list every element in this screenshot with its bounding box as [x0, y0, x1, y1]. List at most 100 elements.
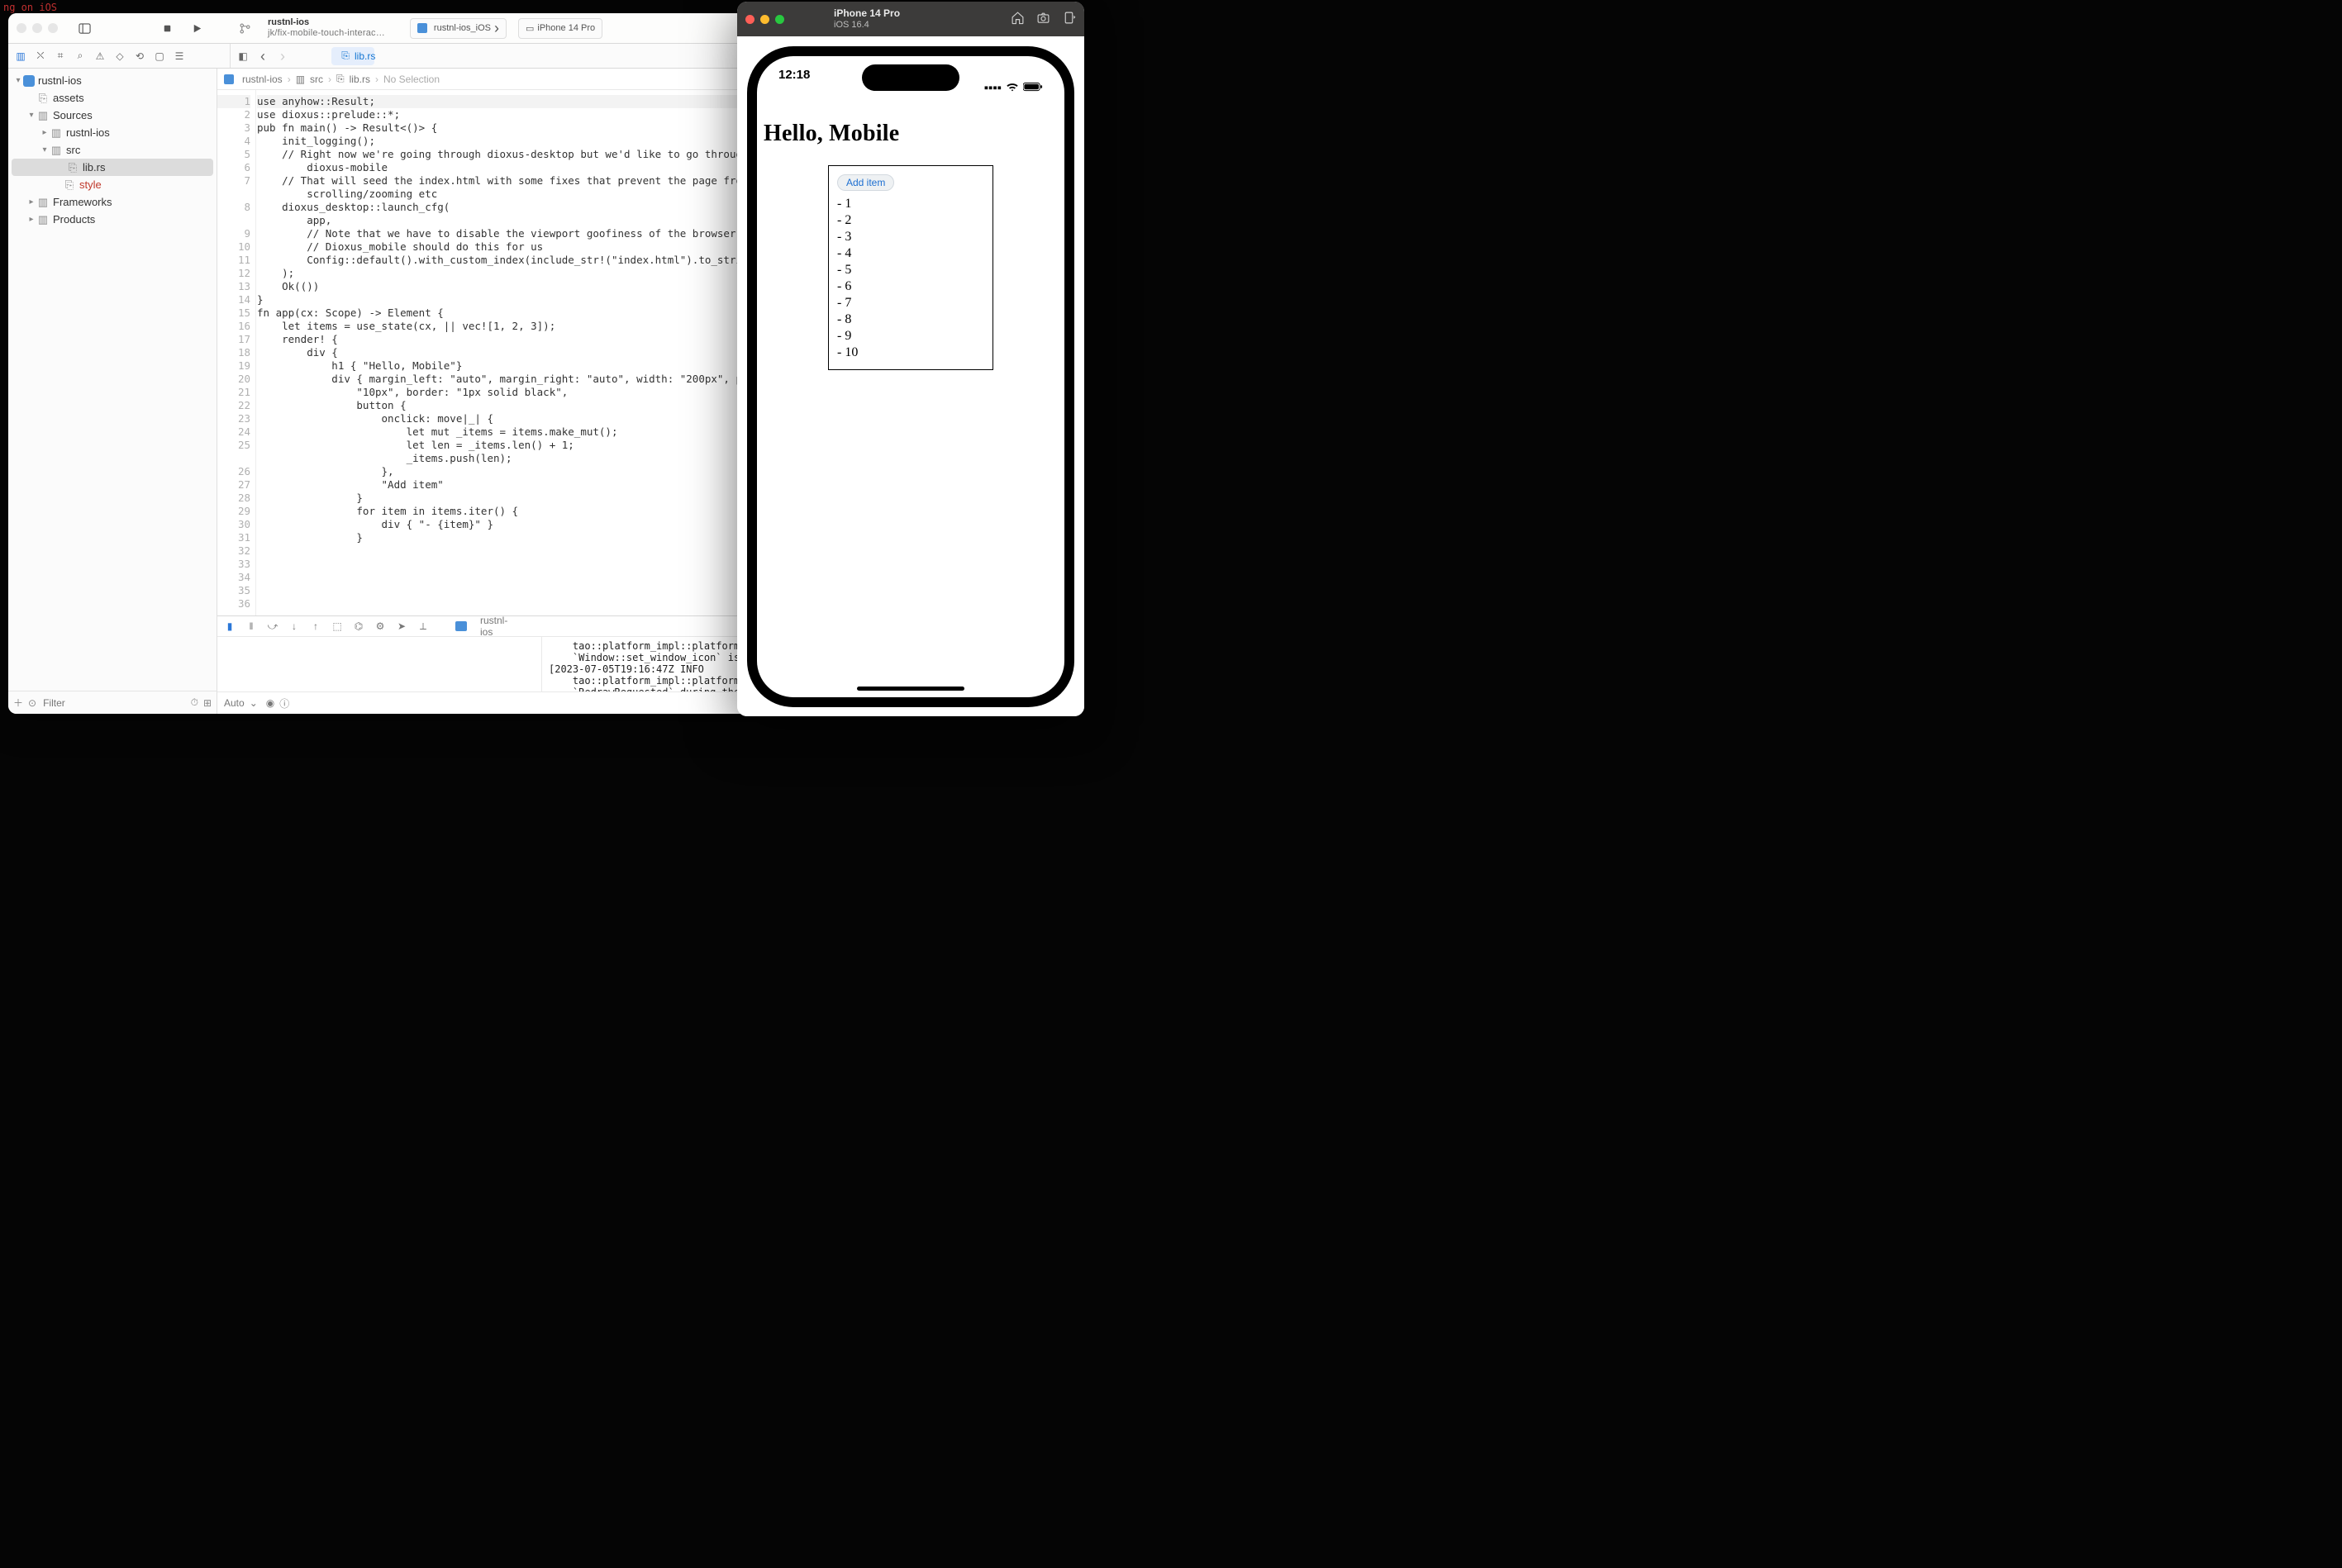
file-icon: ⎘ [336, 73, 345, 85]
disclosure-icon[interactable]: ▾ [40, 145, 50, 154]
page-heading: Hello, Mobile [764, 121, 1058, 147]
wifi-icon [1006, 81, 1019, 95]
source-control-navigator-icon[interactable]: ⛌ [35, 50, 46, 62]
file-tree[interactable]: ▾ rustnl-ios ⎘assets▾▥Sources▸▥rustnl-io… [8, 69, 217, 691]
phone-frame: 12:18 ▪▪▪▪ Hello, Mobile Add item - 1- 2… [747, 46, 1074, 707]
crumb-project[interactable]: rustnl-ios [242, 74, 283, 85]
run-button[interactable] [185, 18, 208, 38]
minimize-icon[interactable] [32, 23, 42, 33]
related-items-icon[interactable]: ◧ [237, 50, 249, 62]
thread-icon[interactable]: ⟂ [417, 620, 429, 633]
list-item: - 7 [837, 295, 984, 311]
tree-row-rustnl-ios[interactable]: ▸▥rustnl-ios [8, 124, 217, 141]
list-item: - 5 [837, 262, 984, 278]
add-item-button[interactable]: Add item [837, 174, 894, 191]
tree-row-products[interactable]: ▸▥Products [8, 211, 217, 228]
simulator-titlebar: iPhone 14 Pro iOS 16.4 [737, 2, 1084, 36]
project-navigator: ▾ rustnl-ios ⎘assets▾▥Sources▸▥rustnl-io… [8, 69, 217, 714]
folder-icon: ▥ [50, 126, 63, 140]
breakpoint-navigator-icon[interactable]: ▢ [154, 50, 165, 62]
clock-label: 12:18 [778, 68, 810, 107]
view-debug-icon[interactable]: ⬚ [331, 620, 343, 632]
filter-scope-icon[interactable]: ⊙ [28, 697, 36, 709]
symbol-navigator-icon[interactable]: ⌗ [55, 50, 66, 62]
folder-icon: ▥ [50, 144, 63, 157]
disclosure-icon[interactable]: ▸ [26, 197, 36, 207]
dest-device-label: iPhone 14 Pro [537, 23, 595, 33]
breakpoint-toggle-icon[interactable]: ▮ [224, 620, 236, 632]
pause-icon[interactable]: ‖ [245, 620, 257, 632]
issue-navigator-icon[interactable]: ⚠ [94, 50, 106, 62]
tree-row-style[interactable]: ⎘style [8, 176, 217, 193]
folder-icon: ▥ [36, 109, 50, 122]
list-item: - 6 [837, 278, 984, 295]
navigator-filter-bar: ＋ ⊙ ⏱ ⊞ [8, 691, 217, 714]
file-icon: ⎘ [340, 50, 351, 62]
toggle-navigator-button[interactable] [73, 18, 96, 38]
process-icon [455, 621, 467, 631]
disclosure-icon[interactable]: ▸ [26, 215, 36, 224]
step-over-icon[interactable]: ⤻ [267, 620, 278, 633]
filter-input[interactable] [41, 696, 185, 710]
screenshot-icon[interactable] [1036, 11, 1050, 28]
sim-os-label: iOS 16.4 [834, 20, 900, 31]
tree-row-frameworks[interactable]: ▸▥Frameworks [8, 193, 217, 211]
rotate-icon[interactable] [1062, 11, 1076, 28]
scm-filter-icon[interactable]: ⊞ [203, 697, 212, 709]
memory-graph-icon[interactable]: ⌬ [353, 620, 364, 632]
minimize-icon[interactable] [760, 15, 769, 24]
stop-button[interactable] [155, 18, 179, 38]
location-icon[interactable]: ➤ [396, 620, 407, 632]
recent-files-icon[interactable]: ⏱ [191, 696, 198, 709]
destination-scheme[interactable]: rustnl-ios_iOS› [410, 18, 507, 39]
app-icon [417, 23, 427, 33]
file-icon: ⎘ [36, 92, 50, 105]
editor-tab-active[interactable]: ⎘lib.rs [331, 47, 374, 65]
step-out-icon[interactable]: ↑ [310, 620, 321, 632]
tree-row-sources[interactable]: ▾▥Sources [8, 107, 217, 124]
tree-row-label: Products [53, 213, 95, 226]
sim-device-label: iPhone 14 Pro [834, 8, 900, 20]
tree-row-label: style [79, 178, 102, 191]
zoom-icon[interactable] [48, 23, 58, 33]
find-navigator-icon[interactable]: ⌕ [74, 50, 86, 62]
list-item: - 2 [837, 212, 984, 229]
destination-device[interactable]: ▭iPhone 14 Pro [518, 18, 602, 39]
step-into-icon[interactable]: ↓ [288, 620, 300, 632]
folder-icon: ▥ [36, 196, 50, 209]
add-file-icon[interactable]: ＋ [13, 696, 23, 710]
window-traffic-lights[interactable] [17, 23, 58, 33]
scheme-selector[interactable]: rustnl-ios jk/fix-mobile-touch-interac… [268, 17, 385, 38]
cellular-icon: ▪▪▪▪ [984, 81, 1002, 95]
file-icon: ⎘ [63, 178, 76, 192]
home-indicator[interactable] [857, 687, 964, 691]
crumb-folder[interactable]: src [310, 74, 323, 85]
zoom-icon[interactable] [775, 15, 784, 24]
project-navigator-icon[interactable]: ▥ [15, 50, 26, 62]
variables-scope-picker[interactable]: Auto [224, 697, 245, 709]
test-navigator-icon[interactable]: ◇ [114, 50, 126, 62]
project-root-row[interactable]: ▾ rustnl-ios [8, 72, 217, 89]
disclosure-icon[interactable]: ▸ [40, 128, 50, 137]
tree-row-assets[interactable]: ⎘assets [8, 89, 217, 107]
home-icon[interactable] [1011, 11, 1025, 28]
tree-row-src[interactable]: ▾▥src [8, 141, 217, 159]
variables-view[interactable] [217, 637, 542, 691]
tree-row-label: assets [53, 92, 84, 104]
env-overrides-icon[interactable]: ⚙ [374, 620, 386, 632]
report-navigator-icon[interactable]: ☰ [174, 50, 185, 62]
close-icon[interactable] [745, 15, 754, 24]
info-icon[interactable]: ⓘ [279, 696, 289, 710]
crumb-file[interactable]: lib.rs [350, 74, 370, 85]
disclosure-icon[interactable]: ▾ [26, 111, 36, 120]
quicklook-icon[interactable]: ◉ [266, 697, 274, 709]
dest-scheme-label: rustnl-ios_iOS [434, 23, 491, 33]
debug-navigator-icon[interactable]: ⟲ [134, 50, 145, 62]
sim-traffic-lights[interactable] [745, 15, 784, 24]
close-icon[interactable] [17, 23, 26, 33]
desktop: ng on iOS rustnl-ios jk/fix-mobile-touch… [0, 0, 2342, 1568]
tree-row-lib.rs[interactable]: ⎘lib.rs [12, 159, 213, 176]
phone-screen[interactable]: 12:18 ▪▪▪▪ Hello, Mobile Add item - 1- 2… [757, 56, 1064, 697]
list-item: - 1 [837, 196, 984, 212]
battery-icon [1023, 81, 1043, 95]
